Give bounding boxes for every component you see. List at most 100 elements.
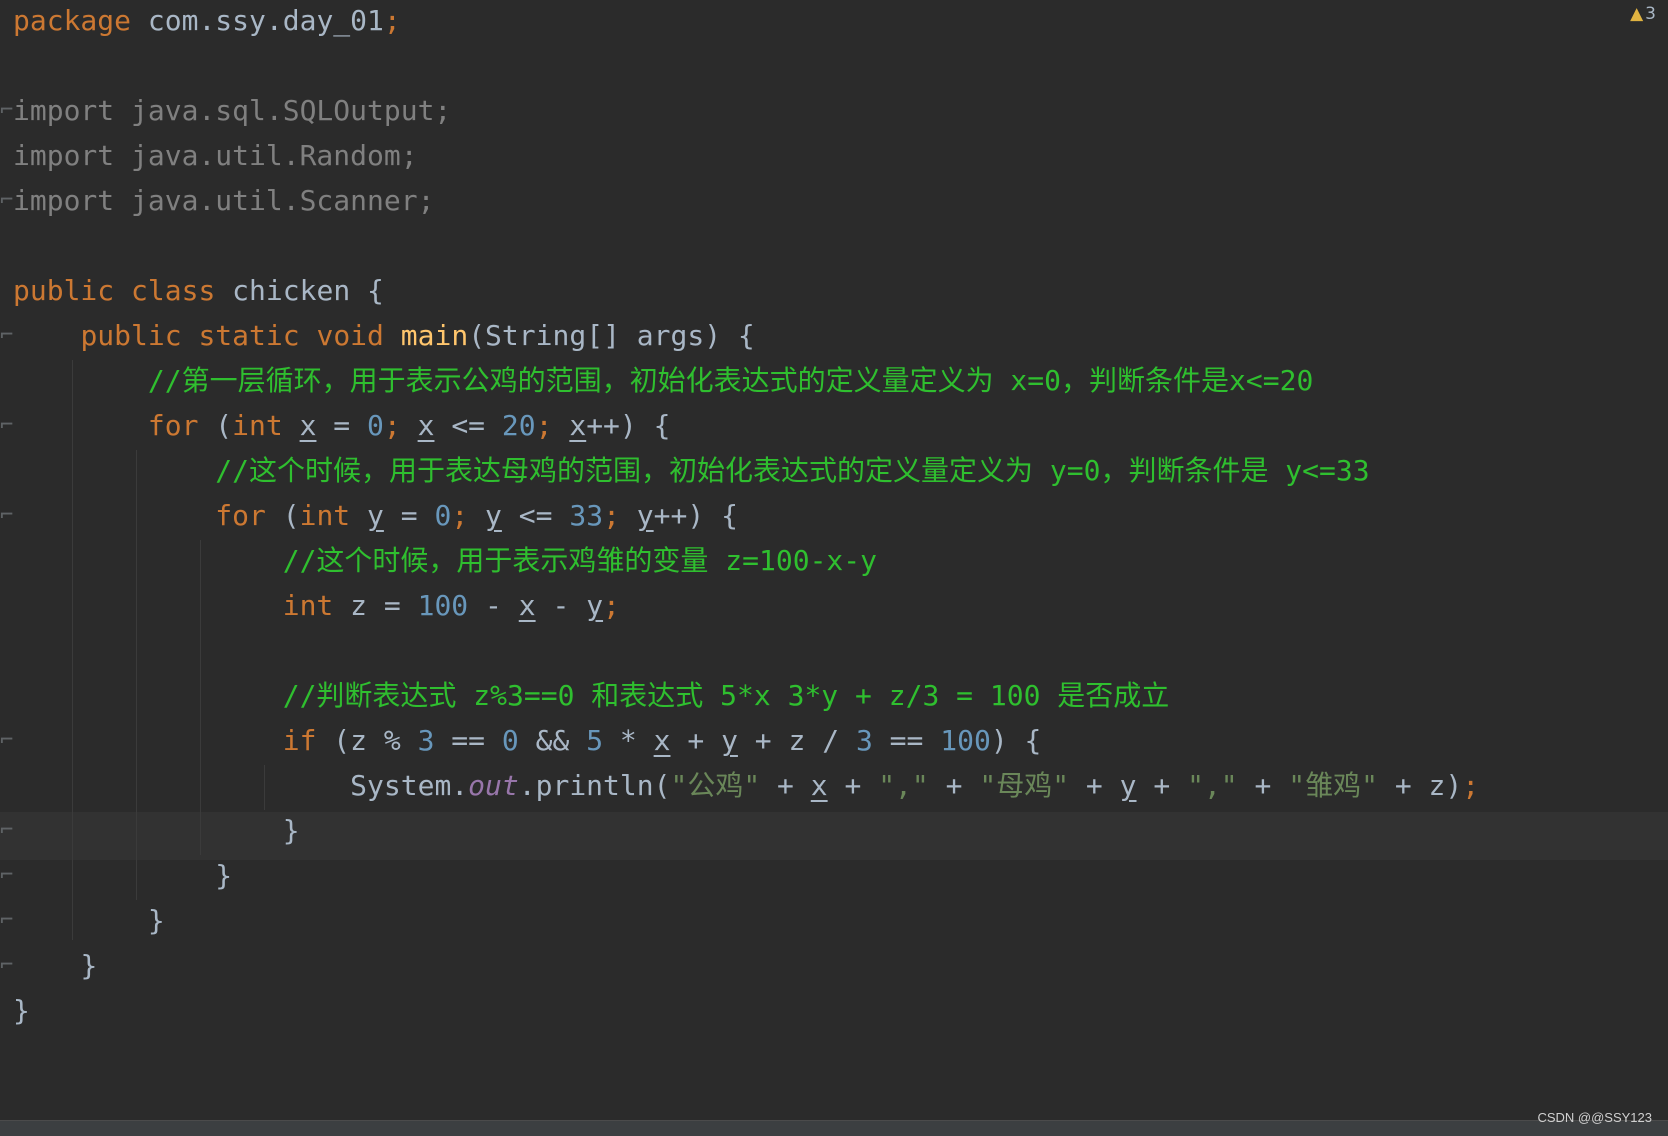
code-comment: //这个时候，用于表达母鸡的范围，初始化表达式的定义量定义为 y=0，判断条件是… <box>215 454 1370 487</box>
code-line[interactable]: } <box>13 897 165 945</box>
code-keyword: if <box>282 724 317 757</box>
code-token: - <box>535 589 587 622</box>
code-token: ; <box>383 409 418 442</box>
code-token: x <box>518 589 536 622</box>
fold-marker-icon[interactable]: ⌐ <box>0 492 14 540</box>
inspection-widget[interactable]: ▲ 3 <box>1630 4 1656 24</box>
fold-marker-icon[interactable]: ⌐ <box>0 897 14 945</box>
code-token: == <box>434 724 502 757</box>
code-token: + <box>760 769 811 802</box>
code-token: = <box>316 409 368 442</box>
code-keyword: int <box>232 409 283 442</box>
fold-marker-icon[interactable]: ⌐ <box>0 852 14 900</box>
code-token: } <box>282 814 300 847</box>
code-editor[interactable]: package com.ssy.day_01;import java.sql.S… <box>0 0 1668 1120</box>
code-token: (String[] args) { <box>468 319 755 352</box>
fold-marker-icon[interactable]: ⌐ <box>0 87 14 135</box>
code-number: 0 <box>367 409 384 442</box>
code-number: 3 <box>417 724 435 757</box>
code-token: (z % <box>316 724 418 757</box>
code-line[interactable]: package com.ssy.day_01; <box>13 0 401 45</box>
warning-icon: ▲ <box>1630 4 1644 24</box>
code-string: "母鸡" <box>979 769 1070 802</box>
code-line[interactable]: public class chicken { <box>13 267 384 315</box>
code-token: <= <box>434 409 502 442</box>
code-keyword: package <box>13 4 132 37</box>
fold-marker-icon[interactable]: ⌐ <box>0 942 14 990</box>
code-keyword: void <box>316 319 384 352</box>
code-line[interactable]: for (int y = 0; y <= 33; y++) { <box>13 492 738 540</box>
code-token: ++) { <box>586 409 671 442</box>
code-line[interactable]: import java.util.Scanner; <box>13 177 434 225</box>
warning-count: 3 <box>1645 4 1656 24</box>
code-token: } <box>215 859 233 892</box>
code-token: = <box>383 499 435 532</box>
code-token: ; <box>603 589 620 622</box>
code-token: ; <box>603 499 637 532</box>
status-bar <box>0 1120 1668 1136</box>
fold-marker-icon[interactable]: ⌐ <box>0 807 14 855</box>
code-token: System. <box>350 769 469 802</box>
code-line[interactable]: import java.sql.SQLOutput; <box>13 87 451 135</box>
code-comment: //第一层循环，用于表示公鸡的范围，初始化表达式的定义量定义为 x=0，判断条件… <box>147 364 1314 397</box>
fold-marker-icon[interactable]: ⌐ <box>0 177 14 225</box>
code-token: } <box>80 949 98 982</box>
code-token: + <box>928 769 980 802</box>
code-keyword: public <box>13 274 115 307</box>
code-number: 0 <box>501 724 519 757</box>
code-token: } <box>147 904 165 937</box>
code-number: 100 <box>940 724 991 757</box>
code-line[interactable]: //这个时候，用于表示鸡雏的变量 z=100-x-y <box>13 537 877 585</box>
code-line[interactable]: int z = 100 - x - y; <box>13 582 620 630</box>
code-token: ; <box>451 499 486 532</box>
fold-marker-icon[interactable]: ⌐ <box>0 717 14 765</box>
code-token: - <box>468 589 519 622</box>
code-token: ( <box>265 499 300 532</box>
code-line[interactable]: //第一层循环，用于表示公鸡的范围，初始化表达式的定义量定义为 x=0，判断条件… <box>13 357 1313 405</box>
code-token: <= <box>501 499 570 532</box>
code-token: main <box>400 319 469 352</box>
fold-marker-icon[interactable]: ⌐ <box>0 312 14 360</box>
watermark: CSDN @@SSY123 <box>1537 1110 1652 1125</box>
code-token: ; <box>1462 769 1480 802</box>
code-token: y <box>485 499 502 532</box>
code-line[interactable]: //判断表达式 z%3==0 和表达式 5*x 3*y + z/3 = 100 … <box>13 672 1170 720</box>
code-comment: //这个时候，用于表示鸡雏的变量 z=100-x-y <box>282 544 878 577</box>
code-line[interactable]: } <box>13 807 300 855</box>
code-string: "雏鸡" <box>1288 769 1378 802</box>
code-line[interactable]: System.out.println("公鸡" + x + "," + "母鸡"… <box>13 762 1479 810</box>
code-line[interactable]: //这个时候，用于表达母鸡的范围，初始化表达式的定义量定义为 y=0，判断条件是… <box>13 447 1370 495</box>
code-line[interactable]: } <box>13 942 97 990</box>
code-line[interactable]: } <box>13 852 232 900</box>
code-token: ) { <box>990 724 1042 757</box>
code-keyword: static <box>198 319 300 352</box>
code-line[interactable]: public static void main(String[] args) { <box>13 312 755 360</box>
code-token: + z / <box>737 724 856 757</box>
code-number: 5 <box>586 724 604 757</box>
code-token: + <box>670 724 722 757</box>
code-token: == <box>872 724 941 757</box>
code-token: z = <box>333 589 418 622</box>
code-line[interactable]: } <box>13 987 30 1035</box>
code-line[interactable]: for (int x = 0; x <= 20; x++) { <box>13 402 671 450</box>
code-string: "公鸡" <box>670 769 761 802</box>
code-token: + z) <box>1377 769 1463 802</box>
code-token: } <box>13 994 30 1027</box>
fold-marker-icon[interactable]: ⌐ <box>0 402 14 450</box>
code-token: y <box>721 724 738 757</box>
code-line[interactable]: if (z % 3 == 0 && 5 * x + y + z / 3 == 1… <box>13 717 1042 765</box>
code-line[interactable]: import java.util.Random; <box>13 132 418 180</box>
